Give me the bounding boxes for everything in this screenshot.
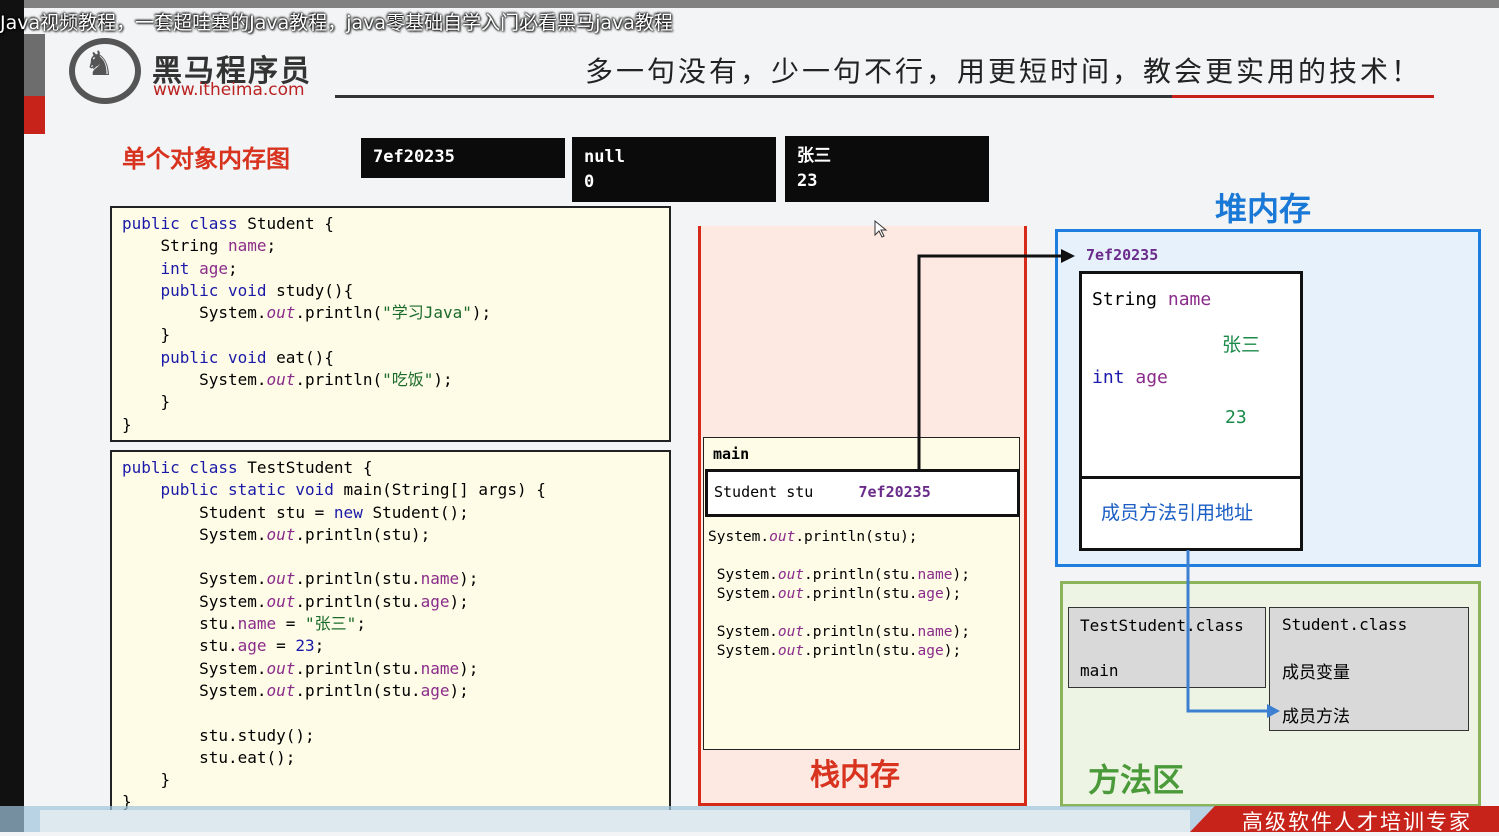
heap-to-method-arrow	[1186, 550, 1268, 713]
arrow-head-icon	[1267, 704, 1280, 718]
arrow-head-icon	[1061, 249, 1075, 263]
reference-arrows	[874, 219, 1280, 718]
mouse-cursor-icon	[874, 219, 888, 238]
stack-to-heap-arrow	[917, 254, 1062, 469]
footer-wave	[40, 810, 1190, 832]
